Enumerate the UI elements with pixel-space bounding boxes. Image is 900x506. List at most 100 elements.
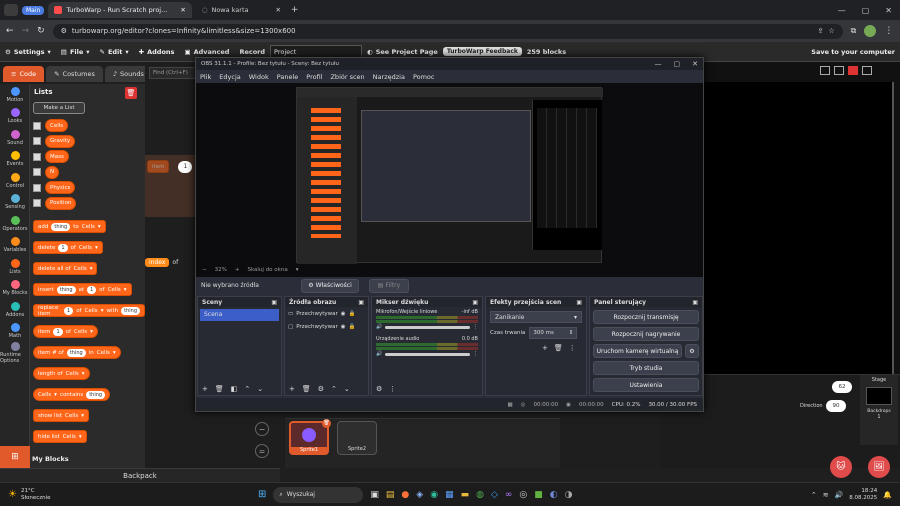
category-lists[interactable]: Lists <box>0 256 30 278</box>
checkbox[interactable] <box>33 152 41 161</box>
scale-mode[interactable]: Skaluj do okna <box>247 267 287 273</box>
list-dropdown[interactable]: Cells <box>74 266 87 272</box>
volume-icon[interactable]: 🔊 <box>835 491 844 499</box>
tab-turbowarp[interactable]: TurboWarp - Run Scratch proj... ✕ <box>48 2 192 18</box>
close-icon[interactable]: ✕ <box>692 60 698 68</box>
source-item[interactable]: ▭ Przechwytywar ◉ 🔒 <box>285 307 368 320</box>
add-icon[interactable]: + <box>202 385 208 393</box>
list-reporter[interactable]: Position <box>45 196 77 210</box>
eye-icon[interactable]: ◉ <box>341 311 346 317</box>
tab-new[interactable]: ◌ Nowa karta ✕ <box>196 2 287 18</box>
block-input[interactable]: thing <box>121 306 140 315</box>
obs-menu-item[interactable]: Pomoc <box>413 73 435 81</box>
visual-studio-icon[interactable]: ∞ <box>505 490 513 500</box>
maximize-icon[interactable]: ▢ <box>674 60 681 68</box>
category-runtime-options[interactable]: Runtime Options <box>0 342 30 364</box>
tab-costumes[interactable]: ✎ Costumes <box>46 66 103 82</box>
category-operators[interactable]: Operators <box>0 213 30 235</box>
source-item[interactable]: ▢ Przechwytywar ◉ 🔒 <box>285 320 368 333</box>
obs-menu-item[interactable]: Profil <box>306 73 322 81</box>
list-dropdown[interactable]: Cells <box>74 329 87 335</box>
taskbar-search[interactable]: ⌕ Wyszukaj <box>273 486 364 503</box>
obs-menu-item[interactable]: Plik <box>200 73 211 81</box>
list-dropdown[interactable]: Cells <box>38 392 51 398</box>
vscode-icon[interactable]: ◇ <box>491 490 498 500</box>
number-input[interactable]: 1 <box>178 160 193 173</box>
volume-slider[interactable] <box>385 352 470 356</box>
list-variable[interactable]: Cells <box>33 119 69 132</box>
clock[interactable]: 18:24 8.08.2025 <box>849 488 877 502</box>
lock-icon[interactable]: 🔒 <box>349 324 356 330</box>
script-item-block[interactable]: item 1 of <box>147 160 201 173</box>
close-icon[interactable]: ✕ <box>275 6 280 14</box>
sprite-thumb[interactable]: Sprite2 <box>337 421 377 455</box>
block-input[interactable]: 1 <box>53 327 63 336</box>
category-sensing[interactable]: Sensing <box>0 192 30 214</box>
save-button[interactable]: Save to your computer <box>806 42 900 62</box>
zoom-in-icon[interactable]: + <box>235 267 240 273</box>
fullscreen-icon[interactable] <box>848 66 858 75</box>
virtual-camera-settings-icon[interactable]: ⚙ <box>685 344 699 358</box>
star-icon[interactable]: ☆ <box>828 27 834 35</box>
checkbox[interactable] <box>33 121 41 130</box>
dock-undock-icon[interactable]: ▣ <box>472 299 478 306</box>
trash-icon[interactable]: 🗑 <box>302 385 311 393</box>
checkbox[interactable] <box>33 183 41 192</box>
obs-menu-item[interactable]: Widok <box>249 73 269 81</box>
large-stage-icon[interactable] <box>834 66 844 75</box>
list-dropdown[interactable]: Cells <box>85 308 98 314</box>
site-info-icon[interactable]: ⚙ <box>61 27 67 35</box>
app-icon[interactable]: ◑ <box>565 490 573 500</box>
add-backdrop-button[interactable]: 🖼 <box>868 456 890 478</box>
url-field[interactable]: ⚙ turbowarp.org/editor?clones=Infinity&l… <box>52 23 843 39</box>
tab-code[interactable]: ≡ Code <box>3 66 45 82</box>
forward-icon[interactable]: → <box>22 26 30 36</box>
firefox-icon[interactable]: ● <box>401 490 409 500</box>
add-icon[interactable]: + <box>289 385 295 393</box>
block-input[interactable]: thing <box>86 390 106 399</box>
list-dropdown[interactable]: Cells <box>63 434 76 440</box>
list-block[interactable]: item # of thing in Cells ▾ <box>33 346 121 359</box>
scene-item[interactable]: Scena <box>200 309 279 321</box>
list-block[interactable]: delete all of Cells ▾ <box>33 262 98 275</box>
zoom-out-icon[interactable]: − <box>255 422 269 436</box>
minimize-icon[interactable]: — <box>838 6 846 15</box>
list-block[interactable]: add thing to Cells ▾ <box>33 220 106 233</box>
add-sprite-button[interactable]: 🐱 <box>830 456 852 478</box>
obs-preview[interactable]: − 32% + Skaluj do okna ▾ <box>196 83 703 277</box>
close-icon[interactable]: ✕ <box>180 6 185 14</box>
category-sound[interactable]: Sound <box>0 127 30 149</box>
chevron-down-icon[interactable]: ▾ <box>296 267 299 273</box>
notifications-icon[interactable]: 🔔 <box>883 491 892 499</box>
new-tab-plus-icon[interactable]: + <box>291 5 299 15</box>
zoom-out-icon[interactable]: − <box>202 267 207 273</box>
category-motion[interactable]: Motion <box>0 84 30 106</box>
make-list-button[interactable]: Make a List <box>33 102 85 114</box>
list-variable[interactable]: Position <box>33 196 77 210</box>
obs-window[interactable]: OBS 31.1.1 - Profile: Bez tytułu - Sceny… <box>195 57 704 412</box>
studio-mode-button[interactable]: Tryb studia <box>593 361 699 375</box>
list-reporter[interactable]: Gravity <box>45 134 76 148</box>
category-control[interactable]: Control <box>0 170 30 192</box>
list-block[interactable]: item 1 of Cells ▾ <box>33 325 98 338</box>
block-input[interactable]: thing <box>56 285 76 294</box>
chevron-up-icon[interactable]: ⌃ <box>811 491 817 499</box>
dock-undock-icon[interactable]: ▣ <box>692 299 698 306</box>
checkbox[interactable] <box>33 199 41 207</box>
chrome-icon[interactable]: ◍ <box>476 490 484 500</box>
gear-icon[interactable]: ⚙ <box>376 385 382 393</box>
obs-menu-item[interactable]: Panele <box>277 73 299 81</box>
eye-icon[interactable]: ◉ <box>341 324 346 330</box>
obs-icon[interactable]: ◎ <box>519 490 527 500</box>
close-window-icon[interactable]: ✕ <box>885 6 892 15</box>
checkbox[interactable] <box>33 137 41 145</box>
chevron-down-icon[interactable]: ⌄ <box>257 385 263 393</box>
reload-icon[interactable]: ↻ <box>37 26 45 36</box>
lock-icon[interactable]: 🔒 <box>349 311 356 317</box>
feedback-button[interactable]: TurboWarp Feedback <box>442 47 522 56</box>
list-block[interactable]: insert thing at 1 of Cells ▾ <box>33 283 132 296</box>
copilot-icon[interactable]: ◈ <box>416 490 423 500</box>
list-block[interactable]: hide list Cells ▾ <box>33 430 87 443</box>
category-my-blocks[interactable]: My Blocks <box>0 278 30 300</box>
category-looks[interactable]: Looks <box>0 106 30 128</box>
